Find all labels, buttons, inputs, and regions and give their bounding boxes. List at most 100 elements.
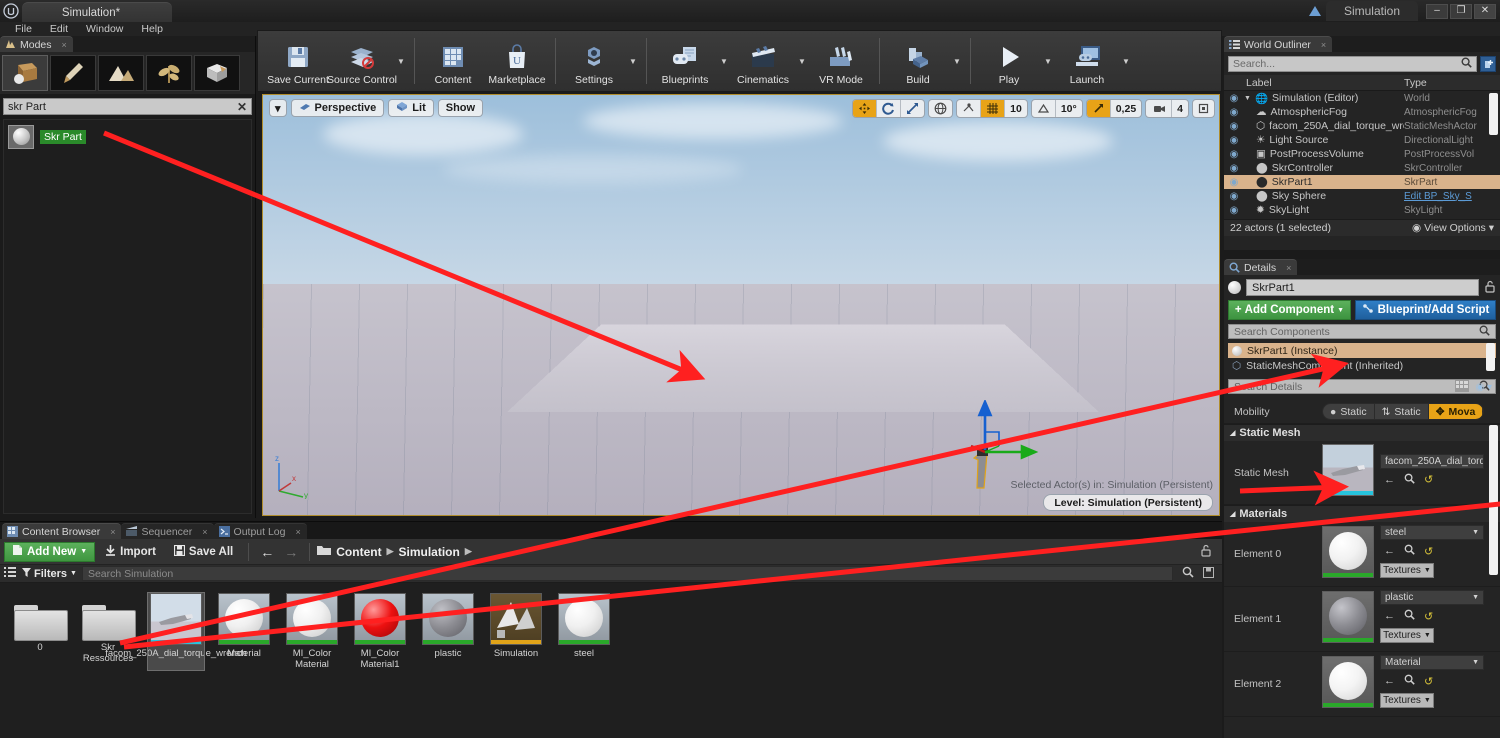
camera-mode-button[interactable]: Perspective bbox=[290, 99, 385, 117]
content-button[interactable]: Content bbox=[421, 33, 485, 89]
tab-sequencer[interactable]: Sequencer × bbox=[121, 523, 214, 539]
view-options-button[interactable]: ◉ View Options ▾ bbox=[1412, 222, 1494, 234]
search-components-input[interactable]: Search Components bbox=[1228, 324, 1496, 339]
launch-dropdown-icon[interactable]: ▼ bbox=[1119, 33, 1133, 89]
view-mode-button[interactable]: Lit bbox=[388, 99, 434, 117]
material-asset-dropdown[interactable]: plastic ▼ bbox=[1380, 590, 1484, 605]
browse-asset-icon[interactable] bbox=[1404, 609, 1415, 623]
static-mesh-section-header[interactable]: ◢ Static Mesh bbox=[1224, 424, 1500, 441]
play-dropdown-icon[interactable]: ▼ bbox=[1041, 33, 1055, 89]
table-row[interactable]: ◉ ▣ PostProcessVolume PostProcessVol bbox=[1224, 147, 1500, 161]
reset-asset-icon[interactable]: ↺ bbox=[1424, 473, 1433, 486]
table-row[interactable]: ◉ ☁ AtmosphericFog AtmosphericFog bbox=[1224, 105, 1500, 119]
tab-output-log[interactable]: Output Log × bbox=[213, 523, 307, 539]
table-row[interactable]: ◉ ⬤ SkrPart1 SkrPart bbox=[1224, 175, 1500, 189]
materials-section-header[interactable]: ◢ Materials bbox=[1224, 505, 1500, 522]
browse-asset-icon[interactable] bbox=[1404, 674, 1415, 688]
project-tab[interactable]: Simulation* bbox=[22, 2, 172, 22]
scale-snap-value[interactable]: 0,25 bbox=[1111, 100, 1141, 117]
tab-world-outliner[interactable]: World Outliner × bbox=[1224, 36, 1333, 52]
material-thumbnail[interactable] bbox=[1322, 655, 1374, 708]
tab-details-close[interactable]: × bbox=[1286, 263, 1291, 273]
tab-world-outliner-close[interactable]: × bbox=[1321, 40, 1326, 50]
actor-name-input[interactable]: SkrPart1 bbox=[1246, 279, 1479, 296]
tab-output-log-close[interactable]: × bbox=[296, 527, 301, 537]
add-component-button[interactable]: + Add Component ▼ bbox=[1228, 300, 1351, 320]
marketplace-button[interactable]: U Marketplace bbox=[485, 33, 549, 89]
table-row[interactable]: ◉ ▼ 🌐 Simulation (Editor) World bbox=[1224, 91, 1500, 105]
save-current-button[interactable]: Save Current bbox=[266, 33, 330, 89]
rotate-tool-button[interactable] bbox=[877, 100, 902, 117]
tab-details[interactable]: Details × bbox=[1224, 259, 1298, 275]
paint-mode-button[interactable] bbox=[50, 55, 96, 91]
place-mode-button[interactable] bbox=[2, 55, 48, 91]
list-item[interactable]: steel bbox=[556, 593, 612, 670]
list-item[interactable]: Material bbox=[216, 593, 272, 670]
clear-icon[interactable]: ✕ bbox=[237, 100, 247, 114]
mobility-stationary-button[interactable]: ⇅ Static bbox=[1374, 404, 1429, 419]
save-search-icon[interactable] bbox=[1203, 566, 1218, 581]
sources-panel-toggle-icon[interactable] bbox=[4, 566, 17, 581]
textures-button[interactable]: Textures ▼ bbox=[1380, 563, 1434, 578]
details-scrollbar[interactable] bbox=[1489, 425, 1498, 575]
scale-snap-toggle[interactable] bbox=[1086, 100, 1111, 117]
menu-item-help[interactable]: Help bbox=[132, 23, 172, 35]
reset-asset-icon[interactable]: ↺ bbox=[1424, 610, 1433, 623]
camera-speed-value[interactable]: 4 bbox=[1172, 100, 1188, 117]
coordinate-system-button[interactable] bbox=[928, 99, 954, 118]
list-item[interactable]: Simulation bbox=[488, 593, 544, 670]
material-thumbnail[interactable] bbox=[1322, 525, 1374, 578]
blueprint-add-script-button[interactable]: Blueprint/Add Script bbox=[1354, 300, 1496, 320]
material-thumbnail[interactable] bbox=[1322, 590, 1374, 643]
settings-dropdown-icon[interactable]: ▼ bbox=[626, 33, 640, 89]
content-search-input[interactable]: Search Simulation bbox=[81, 566, 1173, 581]
tab-content-browser[interactable]: Content Browser × bbox=[2, 523, 122, 539]
blueprints-button[interactable]: Blueprints bbox=[653, 33, 717, 89]
mobility-movable-button[interactable]: ✥ Mova bbox=[1428, 404, 1484, 419]
transform-gizmo[interactable] bbox=[963, 398, 1063, 490]
geometry-editing-mode-button[interactable] bbox=[194, 55, 240, 91]
visibility-eye-icon[interactable]: ◉ bbox=[1224, 149, 1244, 160]
list-item[interactable]: MI_Color Material bbox=[284, 593, 340, 670]
play-button[interactable]: Play bbox=[977, 33, 1041, 89]
modes-search-input[interactable]: skr Part ✕ bbox=[3, 98, 252, 115]
menu-item-window[interactable]: Window bbox=[77, 23, 132, 35]
visibility-eye-icon[interactable]: ◉ bbox=[1224, 135, 1244, 146]
static-mesh-thumbnail[interactable] bbox=[1322, 444, 1374, 496]
visibility-eye-icon[interactable]: ◉ bbox=[1224, 191, 1244, 202]
settings-button[interactable]: Settings bbox=[562, 33, 626, 89]
browse-asset-icon[interactable] bbox=[1404, 473, 1415, 487]
list-item[interactable]: 0 bbox=[12, 593, 68, 670]
reset-asset-icon[interactable]: ↺ bbox=[1424, 545, 1433, 558]
build-button[interactable]: Build bbox=[886, 33, 950, 89]
show-menu-button[interactable]: Show bbox=[437, 99, 484, 117]
blueprints-dropdown-icon[interactable]: ▼ bbox=[717, 33, 731, 89]
outliner-column-label[interactable]: Label bbox=[1246, 77, 1404, 89]
list-item[interactable]: SkrPart1 (Instance) bbox=[1228, 343, 1496, 358]
restore-button[interactable]: ❐ bbox=[1450, 3, 1472, 19]
visibility-eye-icon[interactable]: ◉ bbox=[1224, 177, 1244, 188]
table-row[interactable]: ◉ ⬤ Sky Sphere Edit BP_Sky_S bbox=[1224, 189, 1500, 203]
save-all-button[interactable]: Save All bbox=[166, 542, 241, 562]
unlocked-icon[interactable] bbox=[1484, 280, 1496, 296]
menu-item-file[interactable]: File bbox=[6, 23, 41, 35]
textures-button[interactable]: Textures ▼ bbox=[1380, 628, 1434, 643]
outliner-scrollbar[interactable] bbox=[1489, 93, 1498, 135]
level-viewport[interactable]: ▾ Perspective Lit Show 10 10° 0,25 4 z x… bbox=[262, 94, 1220, 516]
back-button[interactable]: ← bbox=[256, 544, 278, 560]
import-button[interactable]: Import bbox=[97, 542, 164, 562]
source-control-button[interactable]: Source Control bbox=[327, 33, 397, 89]
content-lock-icon[interactable] bbox=[1200, 544, 1218, 560]
tab-sequencer-close[interactable]: × bbox=[202, 527, 207, 537]
surface-snap-button[interactable] bbox=[957, 100, 982, 117]
tab-modes-close[interactable]: × bbox=[62, 40, 67, 50]
tab-modes[interactable]: Modes × bbox=[0, 36, 73, 52]
add-new-button[interactable]: Add New ▼ bbox=[4, 541, 96, 562]
reset-asset-icon[interactable]: ↺ bbox=[1424, 675, 1433, 688]
search-icon[interactable] bbox=[1178, 566, 1198, 581]
visibility-eye-icon[interactable]: ◉ bbox=[1224, 93, 1244, 104]
minimize-button[interactable]: – bbox=[1426, 3, 1448, 19]
close-button[interactable]: ✕ bbox=[1474, 3, 1496, 19]
tab-content-browser-close[interactable]: × bbox=[110, 527, 115, 537]
visibility-eye-icon[interactable]: ◉ bbox=[1224, 107, 1244, 118]
